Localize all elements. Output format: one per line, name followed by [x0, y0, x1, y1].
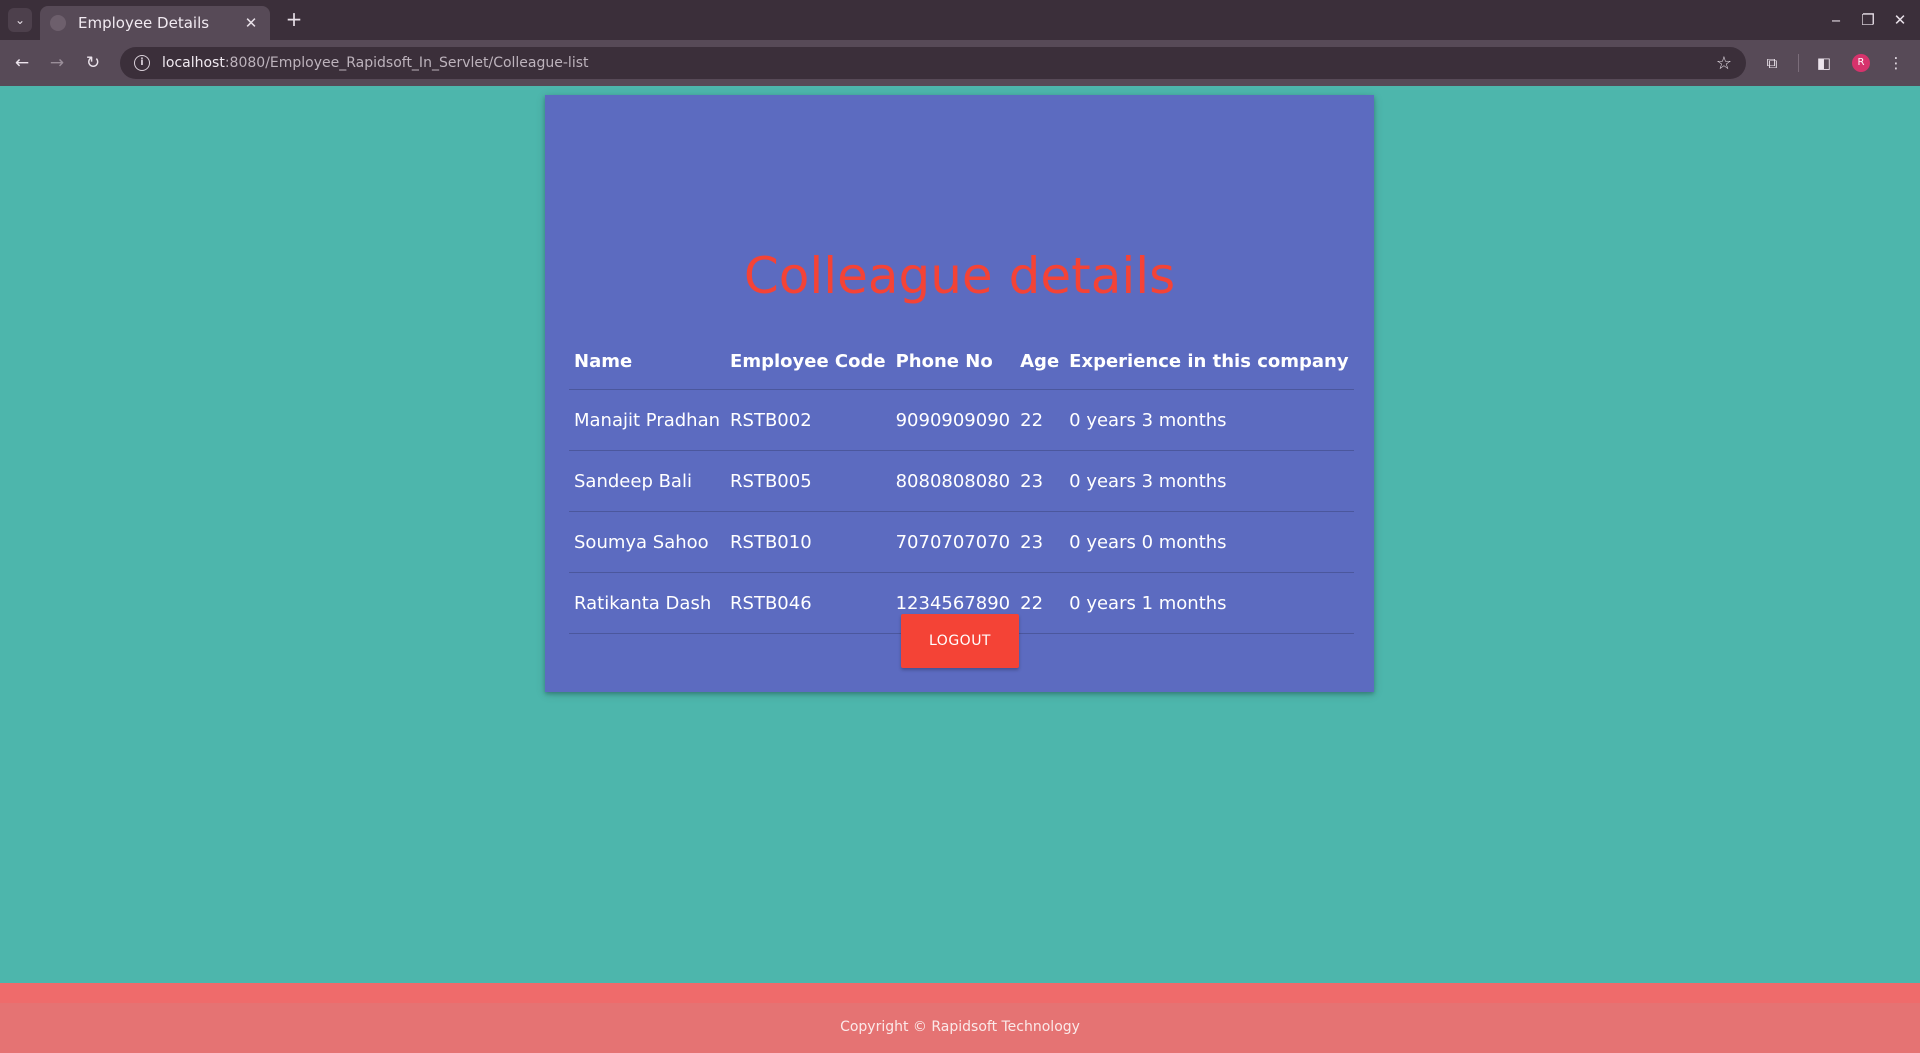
- cell-age: 22: [1015, 572, 1065, 634]
- url-text[interactable]: localhost:8080/Employee_Rapidsoft_In_Ser…: [162, 55, 1716, 71]
- profile-avatar[interactable]: R: [1852, 54, 1870, 72]
- address-bar[interactable]: i localhost:8080/Employee_Rapidsoft_In_S…: [120, 47, 1746, 79]
- colleague-card: Colleague details Name Employee Code Pho…: [545, 95, 1374, 692]
- column-header-employee-code: Employee Code: [725, 333, 891, 390]
- cell-name: Soumya Sahoo: [569, 511, 726, 573]
- new-tab-plus-icon[interactable]: +: [282, 8, 306, 32]
- column-header-experience: Experience in this company: [1064, 333, 1354, 390]
- cell-age: 23: [1015, 511, 1065, 573]
- cell-experience: 0 years 3 months: [1064, 389, 1354, 451]
- copyright-text: Copyright © Rapidsoft Technology: [840, 1019, 1080, 1035]
- globe-favicon-icon: [50, 15, 66, 31]
- cell-employee-code: RSTB002: [725, 389, 891, 451]
- cell-phone-no: 8080808080: [890, 450, 1016, 512]
- column-header-phone-no: Phone No: [890, 333, 1016, 390]
- browser-tabstrip: ⌄ Employee Details ✕ + ‒ ❐ ✕: [0, 0, 1920, 40]
- tab-title: Employee Details: [78, 14, 210, 32]
- cell-experience: 0 years 0 months: [1064, 511, 1354, 573]
- browser-tab-active[interactable]: Employee Details ✕: [40, 6, 270, 40]
- site-info-icon[interactable]: i: [134, 55, 150, 71]
- cell-employee-code: RSTB010: [725, 511, 891, 573]
- cell-experience: 0 years 1 months: [1064, 572, 1354, 634]
- page-footer: Copyright © Rapidsoft Technology: [0, 983, 1920, 1053]
- cell-age: 22: [1015, 389, 1065, 451]
- cell-name: Ratikanta Dash: [569, 572, 726, 634]
- column-header-name: Name: [569, 333, 726, 390]
- cell-employee-code: RSTB046: [725, 572, 891, 634]
- tab-close-icon[interactable]: ✕: [242, 14, 260, 32]
- back-arrow-icon[interactable]: ←: [10, 51, 34, 75]
- extensions-puzzle-icon[interactable]: ⧉: [1760, 51, 1784, 75]
- cell-experience: 0 years 3 months: [1064, 450, 1354, 512]
- cell-name: Sandeep Bali: [569, 450, 726, 512]
- cell-name: Manajit Pradhan: [569, 389, 726, 451]
- page-title: Colleague details: [743, 247, 1176, 305]
- close-window-icon[interactable]: ✕: [1888, 8, 1912, 32]
- logout-button[interactable]: LOGOUT: [901, 614, 1019, 668]
- url-host: localhost: [162, 55, 225, 71]
- tab-search-chevron-icon[interactable]: ⌄: [8, 8, 32, 32]
- url-path: :8080/Employee_Rapidsoft_In_Servlet/Coll…: [224, 55, 589, 71]
- table-row: Sandeep Bali RSTB005 8080808080 23 0 yea…: [569, 450, 1354, 512]
- cell-phone-no: 9090909090: [890, 389, 1016, 451]
- side-panel-icon[interactable]: ◧: [1812, 51, 1836, 75]
- footer-top-band: [0, 983, 1920, 1003]
- cell-employee-code: RSTB005: [725, 450, 891, 512]
- restore-icon[interactable]: ❐: [1856, 8, 1880, 32]
- more-menu-icon[interactable]: ⋮: [1884, 51, 1908, 75]
- cell-age: 23: [1015, 450, 1065, 512]
- minimize-icon[interactable]: ‒: [1824, 8, 1848, 32]
- browser-toolbar: ← → ↻ i localhost:8080/Employee_Rapidsof…: [0, 40, 1920, 86]
- reload-icon[interactable]: ↻: [81, 51, 105, 75]
- table-header-row: Name Employee Code Phone No Age Experien…: [569, 333, 1354, 390]
- table-row: Manajit Pradhan RSTB002 9090909090 22 0 …: [569, 389, 1354, 451]
- bookmark-star-icon[interactable]: ☆: [1716, 53, 1732, 74]
- forward-arrow-icon[interactable]: →: [45, 51, 69, 75]
- colleague-table: Name Employee Code Phone No Age Experien…: [569, 333, 1354, 634]
- cell-phone-no: 7070707070: [890, 511, 1016, 573]
- table-row: Soumya Sahoo RSTB010 7070707070 23 0 yea…: [569, 511, 1354, 573]
- column-header-age: Age: [1015, 333, 1065, 390]
- toolbar-divider: [1798, 54, 1799, 72]
